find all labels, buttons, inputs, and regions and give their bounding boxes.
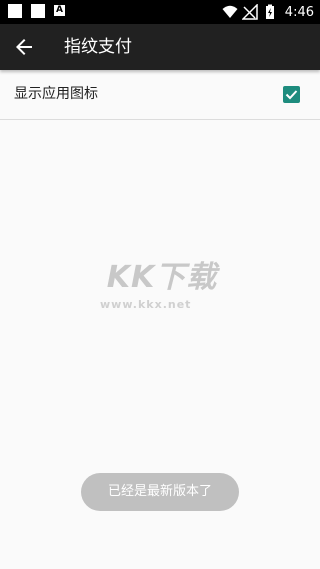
- watermark-url: www.kkx.net: [100, 298, 192, 311]
- watermark-logo: KK下载: [106, 260, 218, 295]
- arrow-left-icon: [16, 39, 32, 55]
- status-bar: A 4:46: [0, 0, 320, 24]
- back-button[interactable]: [12, 35, 36, 59]
- checkmark-icon: [285, 90, 298, 100]
- page-title: 指纹支付: [64, 37, 132, 57]
- toast-message: 已经是最新版本了: [81, 473, 239, 511]
- setting-label: 显示应用图标: [14, 86, 98, 102]
- status-bar-right: 4:46: [222, 3, 314, 21]
- a-letter-icon: A: [54, 5, 65, 16]
- battery-charging-icon: [265, 4, 274, 19]
- wifi-icon: [222, 5, 238, 18]
- app-bar: 指纹支付: [0, 24, 320, 70]
- no-signal-icon: [241, 4, 258, 20]
- notification-square-icon: [8, 4, 22, 18]
- notification-square-icon: [31, 4, 45, 18]
- status-time: 4:46: [284, 4, 314, 20]
- show-app-icon-checkbox[interactable]: [283, 86, 300, 103]
- setting-row-show-app-icon[interactable]: 显示应用图标: [0, 70, 320, 120]
